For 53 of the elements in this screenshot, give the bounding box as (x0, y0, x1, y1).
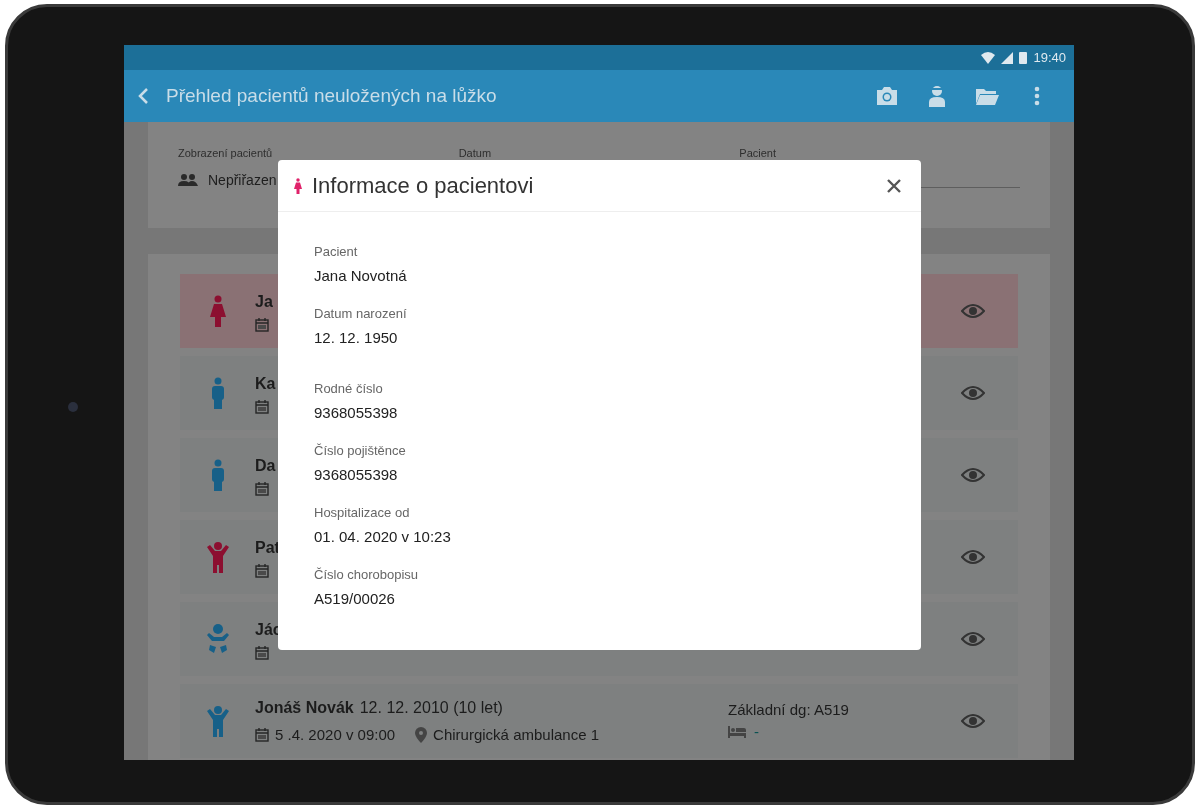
info-label: Číslo pojištěnce (314, 442, 407, 460)
dropdown-value[interactable]: Nepřiřazen (208, 169, 277, 191)
battery-icon (1019, 51, 1028, 64)
calendar-icon (255, 400, 269, 414)
info-label: Hospitalizace od (314, 504, 411, 522)
calendar-icon (255, 646, 269, 660)
info-label: Pacient (314, 243, 359, 261)
eye-icon[interactable] (961, 631, 985, 647)
signal-icon (1001, 51, 1014, 64)
wifi-icon (981, 51, 996, 64)
field-label: Pacient (739, 146, 778, 161)
eye-icon[interactable] (961, 713, 985, 729)
eye-icon[interactable] (961, 549, 985, 565)
camera-icon[interactable] (875, 86, 899, 106)
patient-row[interactable]: Jonáš Novák 12. 12. 2010 (10 let) 5 .4. 2020 v 09:00 Chirurgická ambulance 1 Základní dg: A519 - (180, 684, 1018, 758)
field-label: Datum (458, 146, 493, 161)
patient-name: Ja (255, 293, 273, 310)
info-value: A519/00026 (314, 588, 396, 609)
visit-date: 5 .4. 2020 v 09:00 (275, 724, 396, 745)
clock-time: 19:40 (1033, 48, 1066, 67)
more-menu-icon[interactable] (1034, 86, 1040, 106)
eye-icon[interactable] (961, 467, 985, 483)
patient-name: Ka (255, 375, 276, 392)
info-value: 9368055398 (314, 464, 399, 485)
calendar-icon (255, 728, 269, 742)
location-pin-icon (415, 727, 428, 743)
eye-icon[interactable] (961, 385, 985, 401)
clinic-name: Chirurgická ambulance 1 (433, 724, 600, 745)
info-value: Jana Novotná (314, 265, 408, 286)
calendar-icon (255, 564, 269, 578)
folder-icon[interactable] (975, 87, 999, 105)
info-value: 12. 12. 1950 (314, 327, 399, 348)
doctor-icon[interactable] (927, 85, 947, 107)
diagnosis: Základní dg: A519 (728, 699, 850, 720)
dialog-title: Informace o pacientovi (312, 172, 535, 200)
people-icon (178, 173, 198, 187)
info-label: Datum narození (314, 305, 408, 323)
camera-lens (68, 402, 78, 412)
eye-icon[interactable] (961, 303, 985, 319)
patient-name: Da (255, 457, 276, 474)
calendar-icon (255, 482, 269, 496)
patient-name: Pat (255, 539, 280, 556)
info-label: Rodné číslo (314, 380, 384, 398)
bed-icon (728, 726, 746, 739)
field-label: Zobrazení pacientů (178, 146, 274, 161)
birth-date: 12. 12. 2010 (10 let) (359, 698, 503, 716)
calendar-icon (255, 318, 269, 332)
info-value: 01. 04. 2020 v 10:23 (314, 526, 452, 547)
info-label: Číslo chorobopisu (314, 566, 420, 584)
info-value: 9368055398 (314, 402, 399, 423)
patient-name: Jonáš Novák (255, 698, 354, 716)
screen-title: Přehled pacientů neuložených na lůžko (166, 83, 498, 108)
bed-number: - (754, 722, 759, 742)
